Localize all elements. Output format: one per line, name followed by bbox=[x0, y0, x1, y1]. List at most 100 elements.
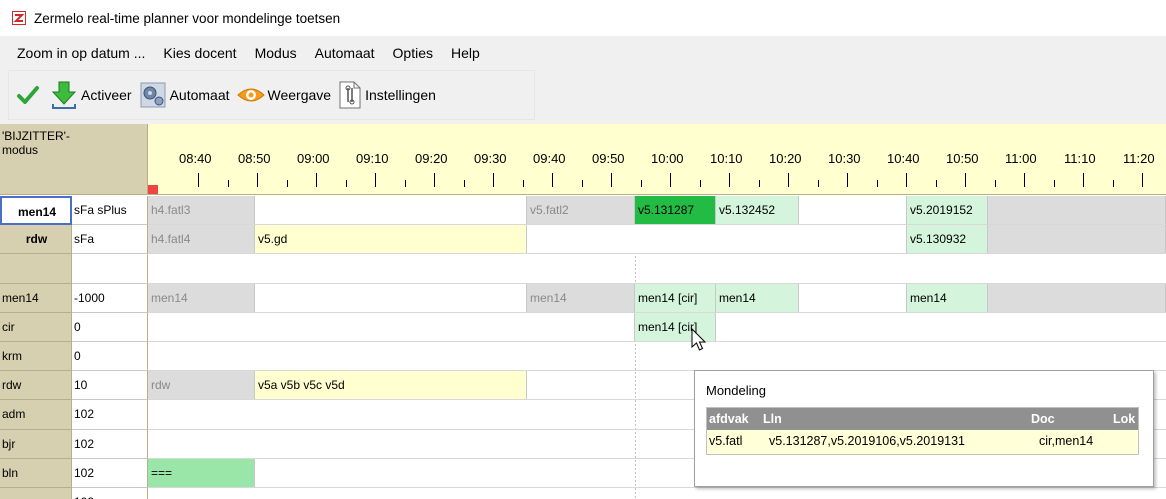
time-tick bbox=[463, 180, 465, 187]
menu-kies-docent[interactable]: Kies docent bbox=[154, 36, 245, 70]
window-title: Zermelo real-time planner voor mondeling… bbox=[34, 10, 341, 26]
schedule-cell[interactable] bbox=[255, 196, 527, 225]
schedule-cell[interactable] bbox=[988, 283, 1166, 312]
schedule-cell[interactable]: v5a v5b v5c v5d bbox=[255, 371, 527, 400]
schedule-cell[interactable]: === bbox=[148, 458, 255, 487]
row-header-men14[interactable]: men14 bbox=[0, 196, 72, 226]
row-value: 102 bbox=[72, 488, 148, 499]
row-value: 10 bbox=[72, 371, 148, 401]
time-label: 10:20 bbox=[769, 151, 802, 166]
schedule-cell[interactable]: men14 bbox=[716, 283, 799, 312]
time-label: 09:30 bbox=[474, 151, 507, 166]
schedule-cell[interactable] bbox=[988, 225, 1166, 254]
time-label: 10:10 bbox=[710, 151, 743, 166]
time-tick bbox=[817, 180, 819, 187]
schedule-cell[interactable] bbox=[799, 283, 907, 312]
title-bar: Zermelo real-time planner voor mondeling… bbox=[0, 0, 1166, 36]
schedule-cell[interactable]: v5.gd bbox=[255, 225, 527, 254]
schedule-cell[interactable] bbox=[527, 225, 907, 254]
time-tick bbox=[404, 180, 406, 187]
time-tick bbox=[788, 173, 789, 187]
schedule-cell[interactable]: v5.130932 bbox=[907, 225, 988, 254]
schedule-cell[interactable]: rdw bbox=[148, 371, 255, 400]
time-label: 09:00 bbox=[297, 151, 330, 166]
schedule-cell[interactable]: v5.131287 bbox=[635, 196, 716, 225]
schedule-cell[interactable]: h4.fatl3 bbox=[148, 196, 255, 225]
row-value: 102 bbox=[72, 429, 148, 459]
row-divider bbox=[148, 253, 1166, 255]
schedule-cell[interactable] bbox=[148, 312, 635, 341]
time-label: 10:30 bbox=[828, 151, 861, 166]
row-header-krm[interactable]: krm bbox=[0, 342, 72, 372]
automaat-label: Automaat bbox=[169, 87, 230, 103]
row-header-rdw[interactable]: rdw bbox=[0, 225, 72, 255]
row-value: 102 bbox=[72, 400, 148, 430]
time-tick bbox=[316, 173, 317, 187]
row-header-blank[interactable] bbox=[0, 488, 72, 499]
schedule-cell[interactable]: h4.fatl4 bbox=[148, 225, 255, 254]
schedule-cell[interactable]: v5.2019152 bbox=[907, 196, 988, 225]
time-label: 09:50 bbox=[592, 151, 625, 166]
activeer-button[interactable]: Activeer bbox=[49, 79, 132, 111]
instellingen-label: Instellingen bbox=[365, 87, 436, 103]
activeer-label: Activeer bbox=[81, 87, 132, 103]
schedule-cell[interactable]: men14 bbox=[148, 283, 255, 312]
schedule-cell[interactable] bbox=[988, 196, 1166, 225]
time-tick bbox=[935, 180, 937, 187]
time-tick bbox=[1083, 173, 1084, 187]
schedule-cell[interactable]: men14 bbox=[527, 283, 635, 312]
time-tick bbox=[434, 173, 435, 187]
row-header-cir[interactable]: cir bbox=[0, 312, 72, 342]
row-value: 0 bbox=[72, 342, 148, 372]
row-value: -1000 bbox=[72, 283, 148, 313]
popup-table: afdvak Lln Doc Lok v5.fatl v5.131287,v5.… bbox=[706, 407, 1139, 455]
time-tick bbox=[670, 173, 671, 187]
header-lok: Lok bbox=[1113, 412, 1136, 426]
row-divider bbox=[148, 487, 1166, 488]
weergave-label: Weergave bbox=[267, 87, 332, 103]
row-header-blank[interactable] bbox=[0, 254, 72, 284]
confirm-button[interactable] bbox=[15, 79, 43, 111]
time-label: 08:40 bbox=[179, 151, 212, 166]
schedule-cell[interactable] bbox=[799, 196, 907, 225]
time-tick bbox=[286, 180, 288, 187]
schedule-cell[interactable] bbox=[255, 283, 527, 312]
time-label: 11:10 bbox=[1064, 151, 1096, 166]
menu-zoom-date[interactable]: Zoom in op datum ... bbox=[8, 36, 154, 70]
schedule-cell[interactable]: men14 bbox=[907, 283, 988, 312]
time-tick bbox=[1024, 173, 1025, 187]
time-tick bbox=[640, 180, 642, 187]
time-tick bbox=[906, 173, 907, 187]
instellingen-button[interactable]: Instellingen bbox=[337, 79, 436, 111]
time-label: 11:00 bbox=[1005, 151, 1037, 166]
time-label: 11:20 bbox=[1123, 151, 1155, 166]
row-header-adm[interactable]: adm bbox=[0, 400, 72, 430]
menu-help[interactable]: Help bbox=[442, 36, 489, 70]
time-tick bbox=[876, 180, 878, 187]
cell-doc: cir,men14 bbox=[1039, 434, 1094, 448]
row-header-men14[interactable]: men14 bbox=[0, 283, 72, 313]
row-value: sFa bbox=[72, 225, 148, 255]
time-tick bbox=[493, 173, 494, 187]
schedule-cell[interactable]: v5.132452 bbox=[716, 196, 799, 225]
time-tick bbox=[965, 173, 966, 187]
settings-document-icon bbox=[339, 81, 361, 109]
menu-opties[interactable]: Opties bbox=[384, 36, 442, 70]
time-label: 10:40 bbox=[887, 151, 920, 166]
row-value: 0 bbox=[72, 312, 148, 342]
automaat-button[interactable]: Automaat bbox=[138, 79, 230, 111]
row-header-bln[interactable]: bln bbox=[0, 458, 72, 488]
menu-modus[interactable]: Modus bbox=[246, 36, 306, 70]
row-value: 102 bbox=[72, 458, 148, 488]
schedule-cell[interactable]: men14 [cir] bbox=[635, 283, 716, 312]
row-header-rdw[interactable]: rdw bbox=[0, 371, 72, 401]
cell-lln: v5.131287,v5.2019106,v5.2019131 bbox=[769, 434, 966, 448]
schedule-cell[interactable]: v5.fatl2 bbox=[527, 196, 635, 225]
timeline-header[interactable]: 08:40 08:50 09:00 09:10 09:20 09:30 09:40 09:50… bbox=[148, 124, 1166, 195]
row-header-bjr[interactable]: bjr bbox=[0, 429, 72, 459]
weergave-button[interactable]: Weergave bbox=[236, 79, 332, 111]
menu-bar: Zoom in op datum ... Kies docent Modus A… bbox=[8, 36, 489, 70]
time-label: 08:50 bbox=[238, 151, 271, 166]
menu-automaat[interactable]: Automaat bbox=[306, 36, 384, 70]
header-lln: Lln bbox=[763, 412, 782, 426]
